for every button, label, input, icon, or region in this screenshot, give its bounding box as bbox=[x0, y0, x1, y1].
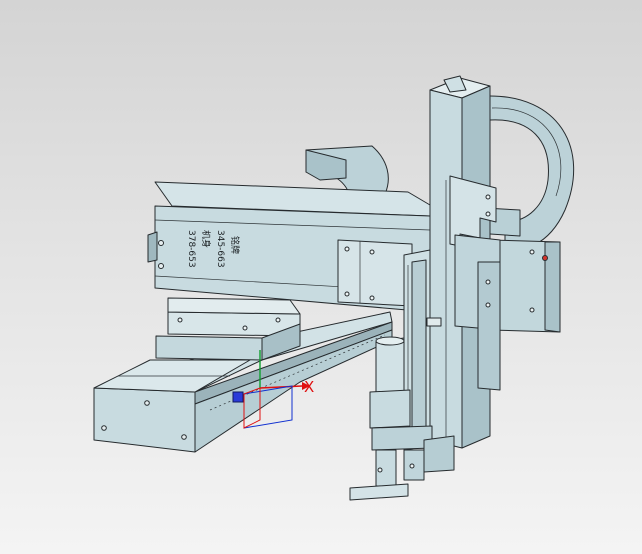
nameplate-line-3: 机身 bbox=[200, 230, 212, 248]
nameplate-line-1: 铭牌 bbox=[229, 236, 241, 254]
vertical-z-column bbox=[429, 75, 501, 449]
cad-viewport[interactable]: 铭牌 345-663 机身 378-653 X bbox=[0, 0, 642, 554]
x-axis-label: X bbox=[304, 378, 314, 396]
gantry-robot-model: 铭牌 345-663 机身 378-653 X bbox=[93, 75, 574, 501]
nameplate-line-4: 378-653 bbox=[186, 230, 196, 268]
lower-x-axis-module bbox=[93, 297, 393, 453]
nameplate-line-2: 345-663 bbox=[215, 230, 225, 268]
triad-origin-icon bbox=[232, 391, 244, 403]
